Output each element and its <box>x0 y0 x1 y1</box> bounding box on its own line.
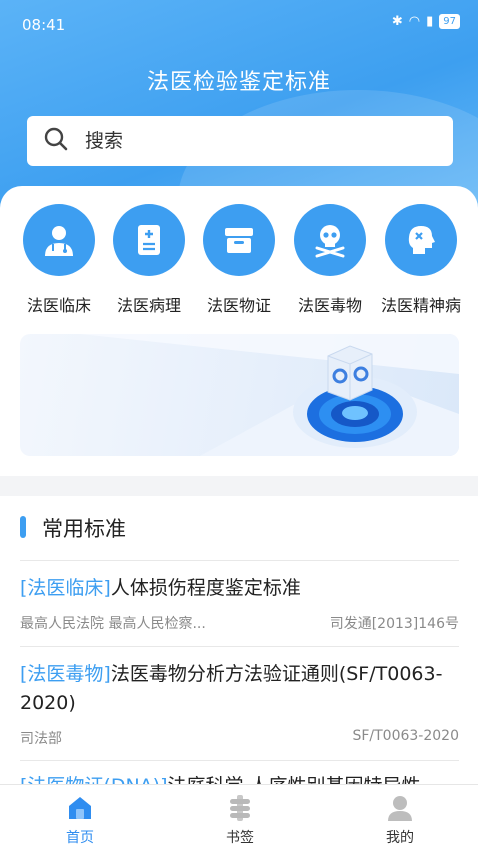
category-evidence[interactable]: 法医物证 <box>194 204 284 316</box>
doctor-icon <box>23 204 95 276</box>
status-time: 08:41 <box>22 16 66 34</box>
page-title: 法医检验鉴定标准 <box>146 70 331 95</box>
promo-banner[interactable] <box>20 334 459 456</box>
standard-title-line: [法医物证(DNA)]法庭科学 人序性别基因特异性 <box>20 772 459 784</box>
box-icon <box>203 204 275 276</box>
tab-profile[interactable]: 我的 <box>340 785 460 851</box>
search-input[interactable] <box>83 129 407 153</box>
standard-meta: 司法部 SF/T0063-2020 <box>20 728 459 748</box>
tab-home[interactable]: 首页 <box>20 785 140 851</box>
content-card: 法医临床 法医病理 法医物证 法医毒物 法医精神病 <box>0 186 478 476</box>
tab-label: 书签 <box>226 830 254 846</box>
standard-title-line: [法医临床]人体损伤程度鉴定标准 <box>20 574 459 603</box>
banner-illustration <box>80 334 459 456</box>
standard-tag: [法医临床] <box>20 577 111 599</box>
category-label: 法医病理 <box>116 296 181 315</box>
search-bar[interactable] <box>27 116 453 166</box>
standard-title: 法庭科学 人序性别基因特异性 <box>168 775 421 784</box>
user-icon <box>340 793 460 823</box>
category-clinical[interactable]: 法医临床 <box>14 204 104 316</box>
skull-icon <box>294 204 366 276</box>
report-icon <box>113 204 185 276</box>
category-grid: 法医临床 法医病理 法医物证 法医毒物 法医精神病 <box>0 204 478 316</box>
standard-title: 人体损伤程度鉴定标准 <box>110 577 301 599</box>
divider <box>20 560 459 561</box>
status-bar: 08:41 ✱ ◠ ▮ 97 <box>0 0 478 48</box>
battery-indicator: 97 <box>439 14 460 29</box>
category-label: 法医毒物 <box>297 296 362 315</box>
category-label: 法医精神病 <box>380 296 461 315</box>
status-icons: ✱ ◠ ▮ 97 <box>392 14 460 29</box>
divider <box>20 646 459 647</box>
tab-label: 首页 <box>66 830 94 846</box>
bookmark-icon <box>180 793 300 823</box>
category-label: 法医物证 <box>206 296 271 315</box>
standard-list-item[interactable]: [法医临床]人体损伤程度鉴定标准 最高人民法院 最高人民检察... 司发通[20… <box>20 574 459 633</box>
bottom-tab-bar: 首页 书签 我的 <box>0 784 478 851</box>
home-icon <box>20 793 140 823</box>
standard-issuer: 司法部 <box>20 731 62 747</box>
signal-icon: ▮ <box>426 14 434 29</box>
standard-tag: [法医毒物] <box>20 663 111 685</box>
standard-issuer: 最高人民法院 最高人民检察... <box>20 616 206 632</box>
standard-meta: 最高人民法院 最高人民检察... 司发通[2013]146号 <box>20 613 459 633</box>
section-separator <box>0 476 478 496</box>
standard-list-item[interactable]: [法医毒物]法医毒物分析方法验证通则(SF/T0063-2020) 司法部 SF… <box>20 660 459 748</box>
standard-code: 司发通[2013]146号 <box>329 616 459 632</box>
tab-label: 我的 <box>386 830 414 846</box>
standard-title-line: [法医毒物]法医毒物分析方法验证通则(SF/T0063-2020) <box>20 660 459 718</box>
search-icon <box>43 126 69 156</box>
bluetooth-icon: ✱ <box>391 14 403 29</box>
standard-tag: [法医物证(DNA)] <box>20 775 168 784</box>
category-psychiatry[interactable]: 法医精神病 <box>376 204 466 316</box>
tab-bookmarks[interactable]: 书签 <box>180 785 300 851</box>
category-pathology[interactable]: 法医病理 <box>104 204 194 316</box>
category-toxicology[interactable]: 法医毒物 <box>285 204 375 316</box>
head-icon <box>385 204 457 276</box>
divider <box>20 760 459 761</box>
standard-code: SF/T0063-2020 <box>352 728 459 744</box>
section-accent-bar <box>20 516 26 538</box>
section-title: 常用标准 <box>42 517 126 541</box>
standard-list-item[interactable]: [法医物证(DNA)]法庭科学 人序性别基因特异性 <box>20 772 459 784</box>
wifi-icon: ◠ <box>408 14 421 29</box>
category-label: 法医临床 <box>26 296 91 315</box>
section-header: 常用标准 <box>0 496 478 560</box>
